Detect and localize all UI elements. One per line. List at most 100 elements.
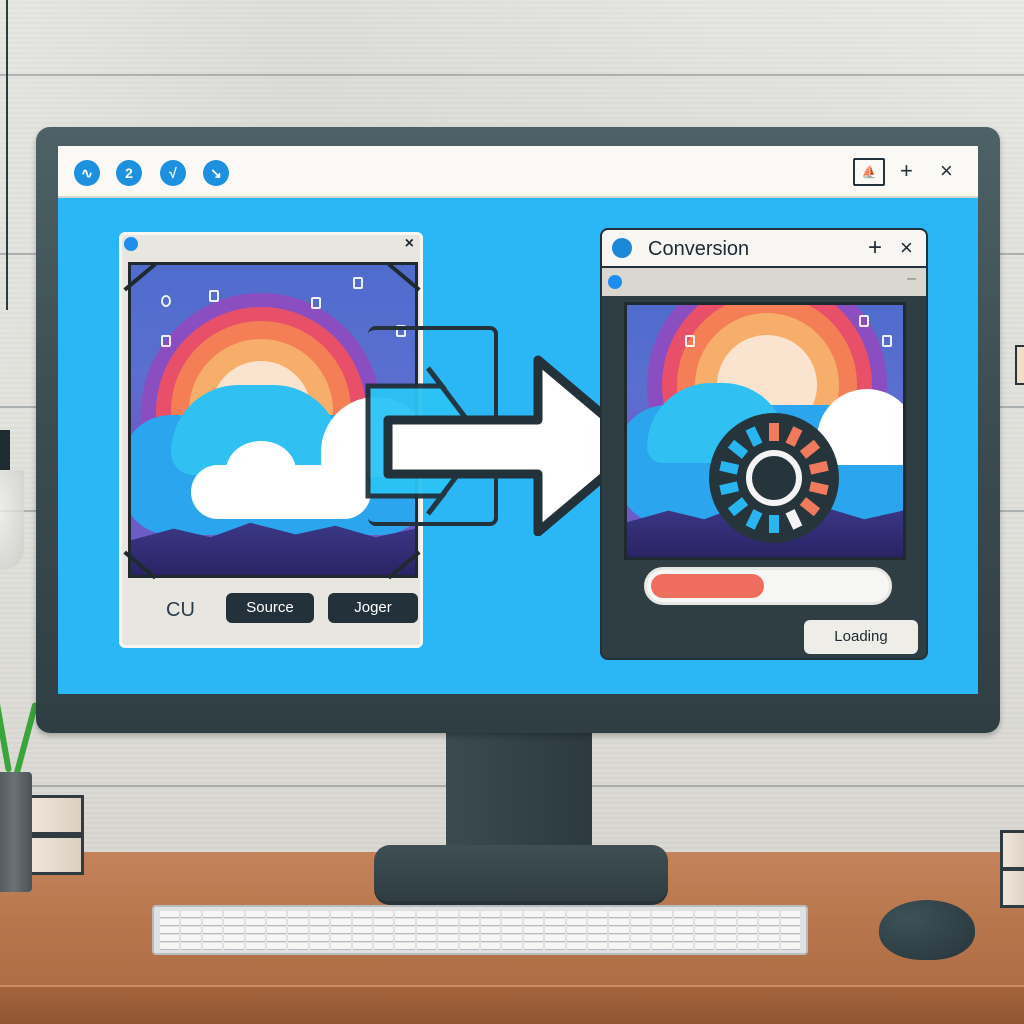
keyboard-key bbox=[759, 927, 779, 933]
app-logo-icon bbox=[612, 238, 632, 258]
keyboard-key bbox=[245, 927, 265, 933]
spinner-segment bbox=[785, 509, 803, 530]
keyboard-key bbox=[181, 943, 201, 949]
keyboard-key bbox=[288, 911, 308, 917]
keyboard-key bbox=[502, 919, 522, 925]
keyboard-key bbox=[502, 927, 522, 933]
spinner-segment bbox=[745, 426, 763, 447]
keyboard-key bbox=[373, 919, 394, 925]
source-close-button[interactable]: × bbox=[405, 235, 414, 253]
keyboard-key bbox=[438, 911, 458, 917]
keyboard-key bbox=[480, 927, 501, 933]
keyboard-key bbox=[716, 911, 736, 917]
keyboard-key bbox=[737, 927, 758, 933]
keyboard-key bbox=[395, 943, 415, 949]
keyboard-key bbox=[673, 919, 693, 925]
keyboard-key bbox=[737, 911, 758, 917]
keyboard-key bbox=[587, 919, 608, 925]
keyboard-key bbox=[416, 927, 437, 933]
keyboard-key bbox=[245, 935, 265, 941]
keyboard-key bbox=[224, 919, 244, 925]
keyboard-key bbox=[566, 927, 586, 933]
keyboard-key bbox=[523, 943, 544, 949]
spinner-segment bbox=[799, 497, 821, 517]
minimize-button[interactable]: – bbox=[907, 270, 916, 288]
keyboard-key bbox=[716, 919, 736, 925]
keyboard-key bbox=[694, 935, 715, 941]
progress-fill bbox=[651, 574, 765, 598]
keyboard-key bbox=[202, 927, 223, 933]
keyboard-key bbox=[160, 943, 180, 949]
keyboard-key bbox=[181, 927, 201, 933]
add-window-button[interactable]: + bbox=[900, 158, 913, 184]
app-icon-1[interactable]: ∿ bbox=[74, 160, 100, 186]
keyboard-key bbox=[630, 927, 651, 933]
keyboard-key bbox=[202, 919, 223, 925]
keyboard-key bbox=[630, 919, 651, 925]
window-view-button[interactable]: ⛵ bbox=[853, 158, 885, 186]
keyboard-key bbox=[716, 935, 736, 941]
conversion-add-button[interactable]: + bbox=[868, 234, 882, 262]
keyboard-key bbox=[759, 935, 779, 941]
lamp-socket bbox=[0, 430, 10, 470]
keyboard-key bbox=[352, 935, 372, 941]
window-status-dot bbox=[124, 237, 138, 251]
close-window-button[interactable]: × bbox=[940, 158, 953, 184]
keyboard-key bbox=[309, 911, 330, 917]
keyboard-key bbox=[694, 927, 715, 933]
keyboard-key bbox=[160, 935, 180, 941]
spinner-segment bbox=[745, 509, 763, 530]
monitor-stand-base bbox=[374, 845, 668, 901]
keyboard-key bbox=[331, 943, 351, 949]
keyboard-key bbox=[673, 935, 693, 941]
keyboard-key bbox=[630, 935, 651, 941]
keyboard-key bbox=[395, 935, 415, 941]
keyboard-key bbox=[395, 919, 415, 925]
conversion-close-button[interactable]: × bbox=[900, 235, 913, 261]
desk-edge bbox=[0, 985, 1024, 1024]
keyboard-key bbox=[352, 919, 372, 925]
keyboard-key bbox=[587, 943, 608, 949]
keyboard-key bbox=[630, 943, 651, 949]
keyboard-key bbox=[181, 911, 201, 917]
keyboard-key bbox=[309, 935, 330, 941]
keyboard-key bbox=[545, 919, 565, 925]
keyboard-key bbox=[566, 919, 586, 925]
source-button[interactable]: Source bbox=[226, 593, 314, 623]
conversion-window: Conversion + × – Loading bbox=[600, 228, 928, 660]
keyboard-key bbox=[331, 935, 351, 941]
keyboard-key bbox=[545, 911, 565, 917]
keyboard-key bbox=[245, 911, 265, 917]
keyboard-key bbox=[181, 935, 201, 941]
keyboard-key bbox=[652, 935, 672, 941]
keyboard-key bbox=[459, 911, 479, 917]
book bbox=[1000, 830, 1024, 870]
keyboard-key bbox=[480, 911, 501, 917]
keyboard-key bbox=[224, 943, 244, 949]
spinner-segment bbox=[727, 497, 749, 517]
keyboard-key bbox=[545, 935, 565, 941]
keyboard-key bbox=[480, 943, 501, 949]
keyboard-key bbox=[502, 943, 522, 949]
keyboard-key bbox=[331, 919, 351, 925]
keyboard-key bbox=[523, 935, 544, 941]
spinner-segment bbox=[808, 460, 829, 475]
loading-button[interactable]: Loading bbox=[804, 620, 918, 654]
computer-mouse bbox=[879, 900, 975, 960]
app-icon-3[interactable]: √ bbox=[160, 160, 186, 186]
joger-button[interactable]: Joger bbox=[328, 593, 418, 623]
keyboard-key bbox=[737, 943, 758, 949]
keyboard-key bbox=[673, 927, 693, 933]
spinner-segment bbox=[719, 481, 740, 496]
keyboard-key bbox=[266, 911, 287, 917]
keyboard-key bbox=[759, 911, 779, 917]
cloud-white bbox=[226, 441, 296, 501]
keyboard-key bbox=[480, 935, 501, 941]
app-icon-2[interactable]: 2 bbox=[116, 160, 142, 186]
sparkle-icon bbox=[161, 295, 171, 307]
app-icon-4[interactable]: ↘ bbox=[203, 160, 229, 186]
keyboard-key bbox=[438, 935, 458, 941]
keyboard-key bbox=[416, 919, 437, 925]
keyboard-key bbox=[780, 927, 800, 933]
keyboard-key bbox=[245, 943, 265, 949]
